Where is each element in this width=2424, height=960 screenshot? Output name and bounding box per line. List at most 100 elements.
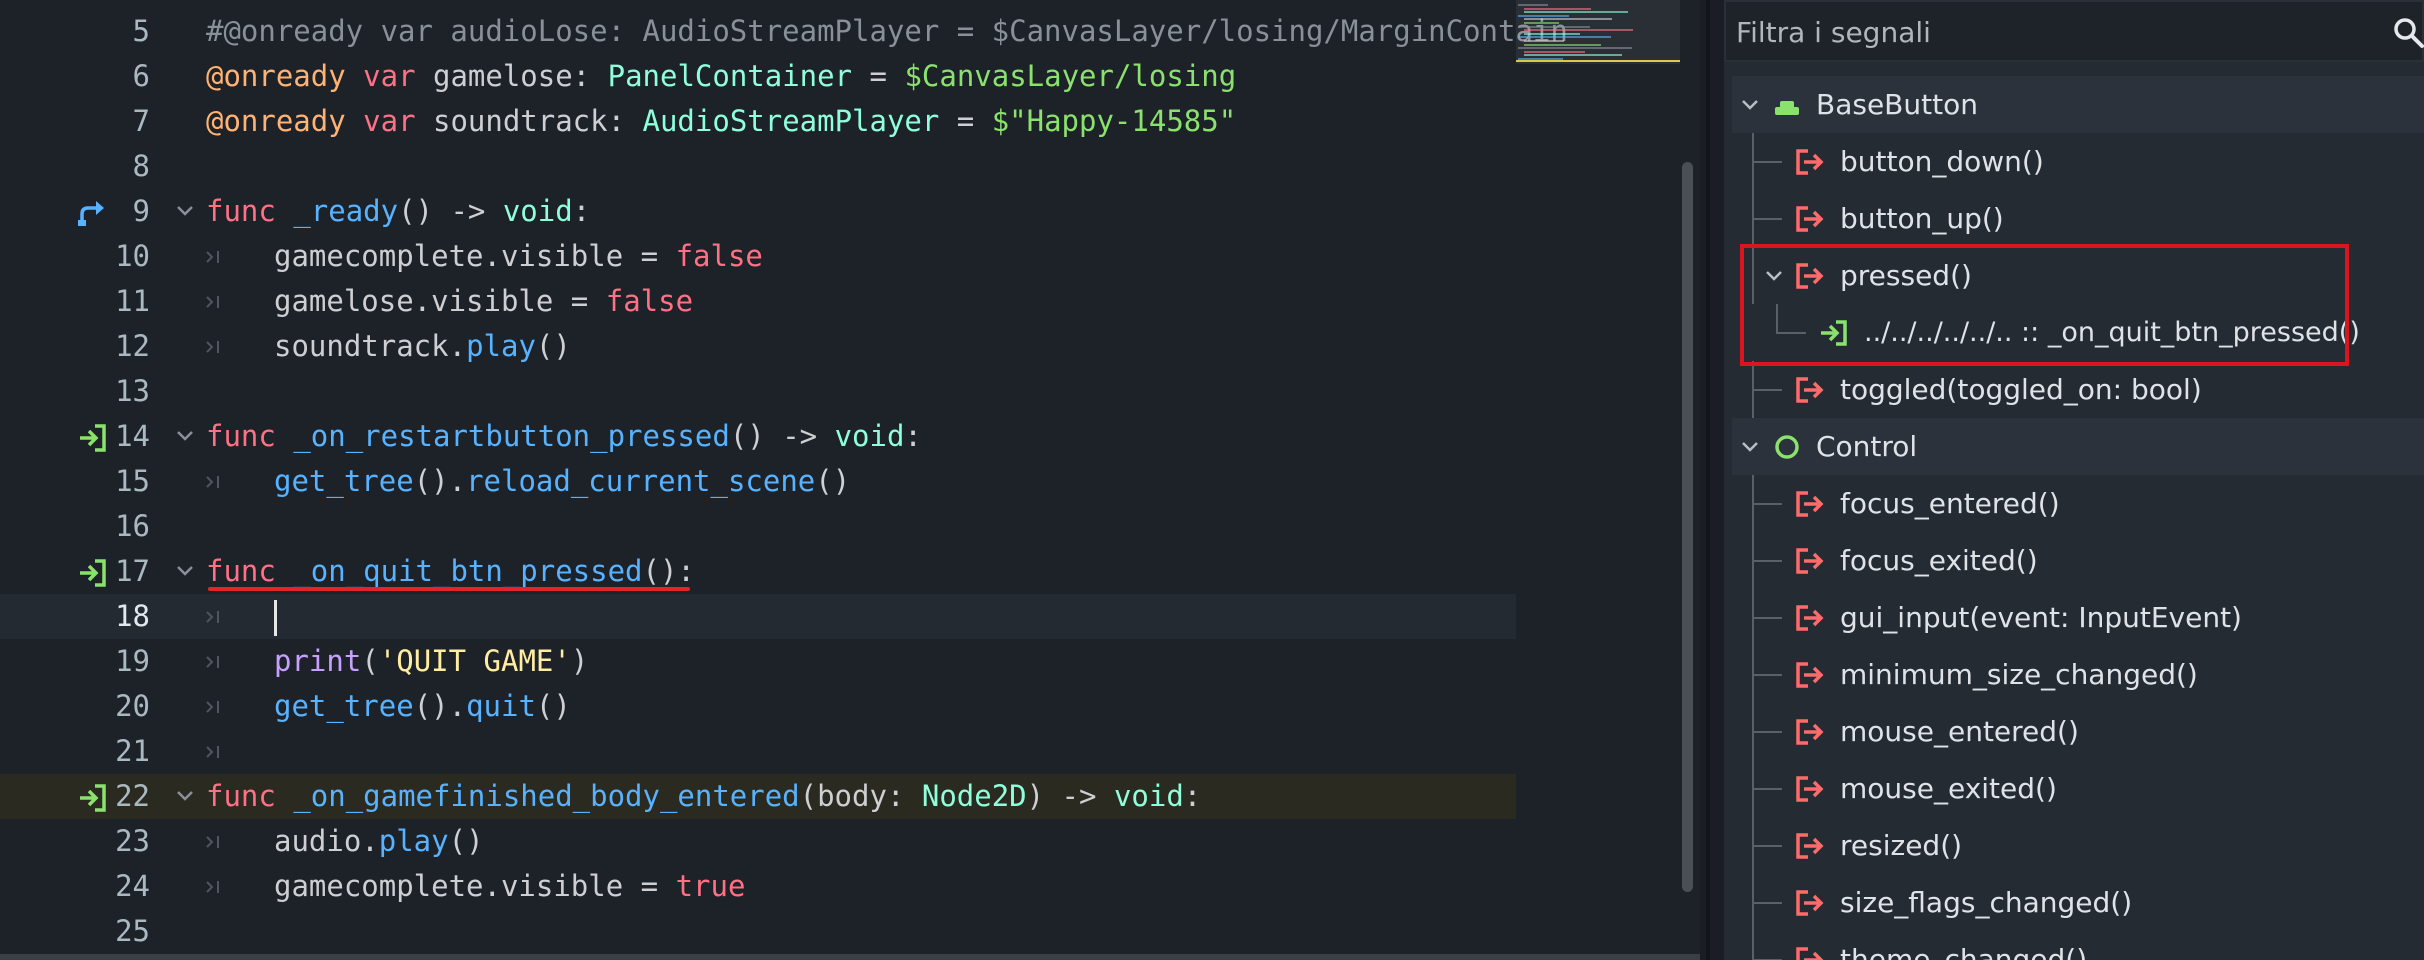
code-text[interactable]: get_tree().reload_current_scene() (206, 459, 850, 504)
code-line[interactable]: 11 gamelose.visible = false (0, 279, 1516, 324)
class-group-control[interactable]: Control (1732, 418, 2424, 475)
code-token: var (345, 59, 433, 93)
code-text[interactable]: get_tree().quit() (206, 684, 571, 729)
line-number: 6 (132, 59, 150, 93)
base-button-icon (1775, 101, 1799, 115)
fold-chevron-icon[interactable] (172, 558, 198, 584)
fold-chevron-icon[interactable] (172, 423, 198, 449)
slot-icon (1821, 320, 1847, 346)
code-line[interactable]: 22 func _on_gamefinished_body_entered(bod… (0, 774, 1516, 819)
code-line[interactable]: 20 get_tree().quit() (0, 684, 1516, 729)
signal-item[interactable]: theme_changed() (1732, 931, 2424, 960)
code-text[interactable]: audio.play() (206, 819, 484, 864)
code-token: _on_restartbutton_pressed (293, 419, 730, 453)
code-line[interactable]: 16 (0, 504, 1516, 549)
code-line[interactable]: 19 print('QUIT GAME') (0, 639, 1516, 684)
signal-item[interactable]: toggled(toggled_on: bool) (1732, 361, 2424, 418)
code-line[interactable]: 25 (0, 909, 1516, 954)
line-number: 22 (115, 779, 150, 813)
code-text[interactable]: @onready var gamelose: PanelContainer = … (206, 54, 1236, 99)
signal-item[interactable]: minimum_size_changed() (1732, 646, 2424, 703)
minimap[interactable] (1516, 0, 1680, 70)
chevron-down-icon[interactable] (1738, 435, 1762, 459)
code-token: void (502, 194, 573, 228)
chevron-down-icon[interactable] (1762, 264, 1786, 288)
code-token: gamelose: (433, 59, 608, 93)
minimap-line (1524, 54, 1622, 57)
fold-chevron-icon[interactable] (172, 783, 198, 809)
code-line[interactable]: 5 #@onready var audioLose: AudioStreamPla… (0, 9, 1568, 54)
code-text[interactable]: func _ready() -> void: (206, 189, 590, 234)
signal-item[interactable]: mouse_exited() (1732, 760, 2424, 817)
code-token: 'QUIT GAME' (378, 644, 571, 678)
horizontal-scrollbar[interactable] (0, 954, 1700, 960)
signal-item[interactable]: focus_entered() (1732, 475, 2424, 532)
code-token: (). (413, 689, 467, 723)
code-text[interactable] (206, 594, 277, 639)
signal-item[interactable]: pressed() (1732, 247, 2424, 304)
signal-item[interactable]: button_up() (1732, 190, 2424, 247)
code-line[interactable]: 6 @onready var gamelose: PanelContainer =… (0, 54, 1516, 99)
minimap-line (1524, 11, 1628, 14)
code-token: $"Happy-14585" (991, 104, 1237, 138)
code-text[interactable]: #@onready var audioLose: AudioStreamPlay… (206, 9, 1568, 54)
line-number: 18 (115, 599, 150, 633)
code-line[interactable]: 7 @onready var soundtrack: AudioStreamPla… (0, 99, 1516, 144)
code-line[interactable]: 18 (0, 594, 1516, 639)
minimap-line (1518, 25, 1590, 28)
code-line[interactable]: 21 (0, 729, 1516, 774)
code-line[interactable]: 15 get_tree().reload_current_scene() (0, 459, 1516, 504)
signal-item[interactable]: resized() (1732, 817, 2424, 874)
signal-item[interactable]: gui_input(event: InputEvent) (1732, 589, 2424, 646)
minimap-line (1518, 14, 1569, 17)
code-editor[interactable]: 5 #@onready var audioLose: AudioStreamPla… (0, 0, 1700, 960)
tree-guide-branch (1752, 560, 1782, 562)
line-number: 16 (115, 509, 150, 543)
code-token: ( (361, 644, 379, 678)
line-number: 10 (115, 239, 150, 273)
code-line[interactable]: 14 func _on_restartbutton_pressed() -> vo… (0, 414, 1516, 459)
code-token: print (274, 644, 362, 678)
signal-icon (1796, 605, 1824, 631)
code-line[interactable]: 24 gamecomplete.visible = true (0, 864, 1516, 909)
code-token: ) -> (1026, 779, 1114, 813)
code-line[interactable]: 9 func _ready() -> void: (0, 189, 1516, 234)
tree-guide-branch (1752, 161, 1782, 163)
code-line[interactable]: 13 (0, 369, 1516, 414)
line-number: 24 (115, 869, 150, 903)
connection-label: ../../../../../.. :: _on_quit_btn_presse… (1864, 317, 2360, 348)
signal-filter-input[interactable] (1736, 10, 2356, 54)
line-number: 21 (115, 734, 150, 768)
code-text[interactable]: func _on_restartbutton_pressed() -> void… (206, 414, 922, 459)
code-line[interactable]: 10 gamecomplete.visible = false (0, 234, 1516, 279)
search-icon[interactable] (2392, 16, 2424, 50)
signal-item[interactable]: button_down() (1732, 133, 2424, 190)
code-line[interactable]: 23 audio.play() (0, 819, 1516, 864)
chevron-down-icon[interactable] (1738, 93, 1762, 117)
signal-icon (1796, 149, 1824, 175)
code-token: _ready (293, 194, 399, 228)
signal-icon (1796, 206, 1824, 232)
signal-item[interactable]: size_flags_changed() (1732, 874, 2424, 931)
signal-connection-item[interactable]: ../../../../../.. :: _on_quit_btn_presse… (1732, 304, 2424, 361)
fold-chevron-icon[interactable] (172, 198, 198, 224)
scrollbar-thumb[interactable] (1682, 162, 1693, 892)
class-group-basebutton[interactable]: BaseButton (1732, 76, 2424, 133)
code-token: PanelContainer (607, 59, 853, 93)
signal-item[interactable]: focus_exited() (1732, 532, 2424, 589)
code-token: true (675, 869, 746, 903)
code-token: () -> (729, 419, 835, 453)
code-text[interactable]: func _on_gamefinished_body_entered(body:… (206, 774, 1201, 819)
code-text[interactable]: print('QUIT GAME') (206, 639, 588, 684)
panel-splitter[interactable] (1700, 0, 1724, 960)
code-text[interactable]: @onready var soundtrack: AudioStreamPlay… (206, 99, 1236, 144)
signal-item[interactable]: mouse_entered() (1732, 703, 2424, 760)
code-text[interactable]: gamecomplete.visible = true (206, 864, 745, 909)
code-line[interactable]: 12 soundtrack.play() (0, 324, 1516, 369)
code-line[interactable]: 8 (0, 144, 1516, 189)
code-text[interactable]: gamelose.visible = false (206, 279, 693, 324)
code-text[interactable]: soundtrack.play() (206, 324, 571, 369)
tree-guide-branch (1752, 902, 1782, 904)
code-token: get_tree (274, 689, 414, 723)
code-text[interactable]: gamecomplete.visible = false (206, 234, 763, 279)
